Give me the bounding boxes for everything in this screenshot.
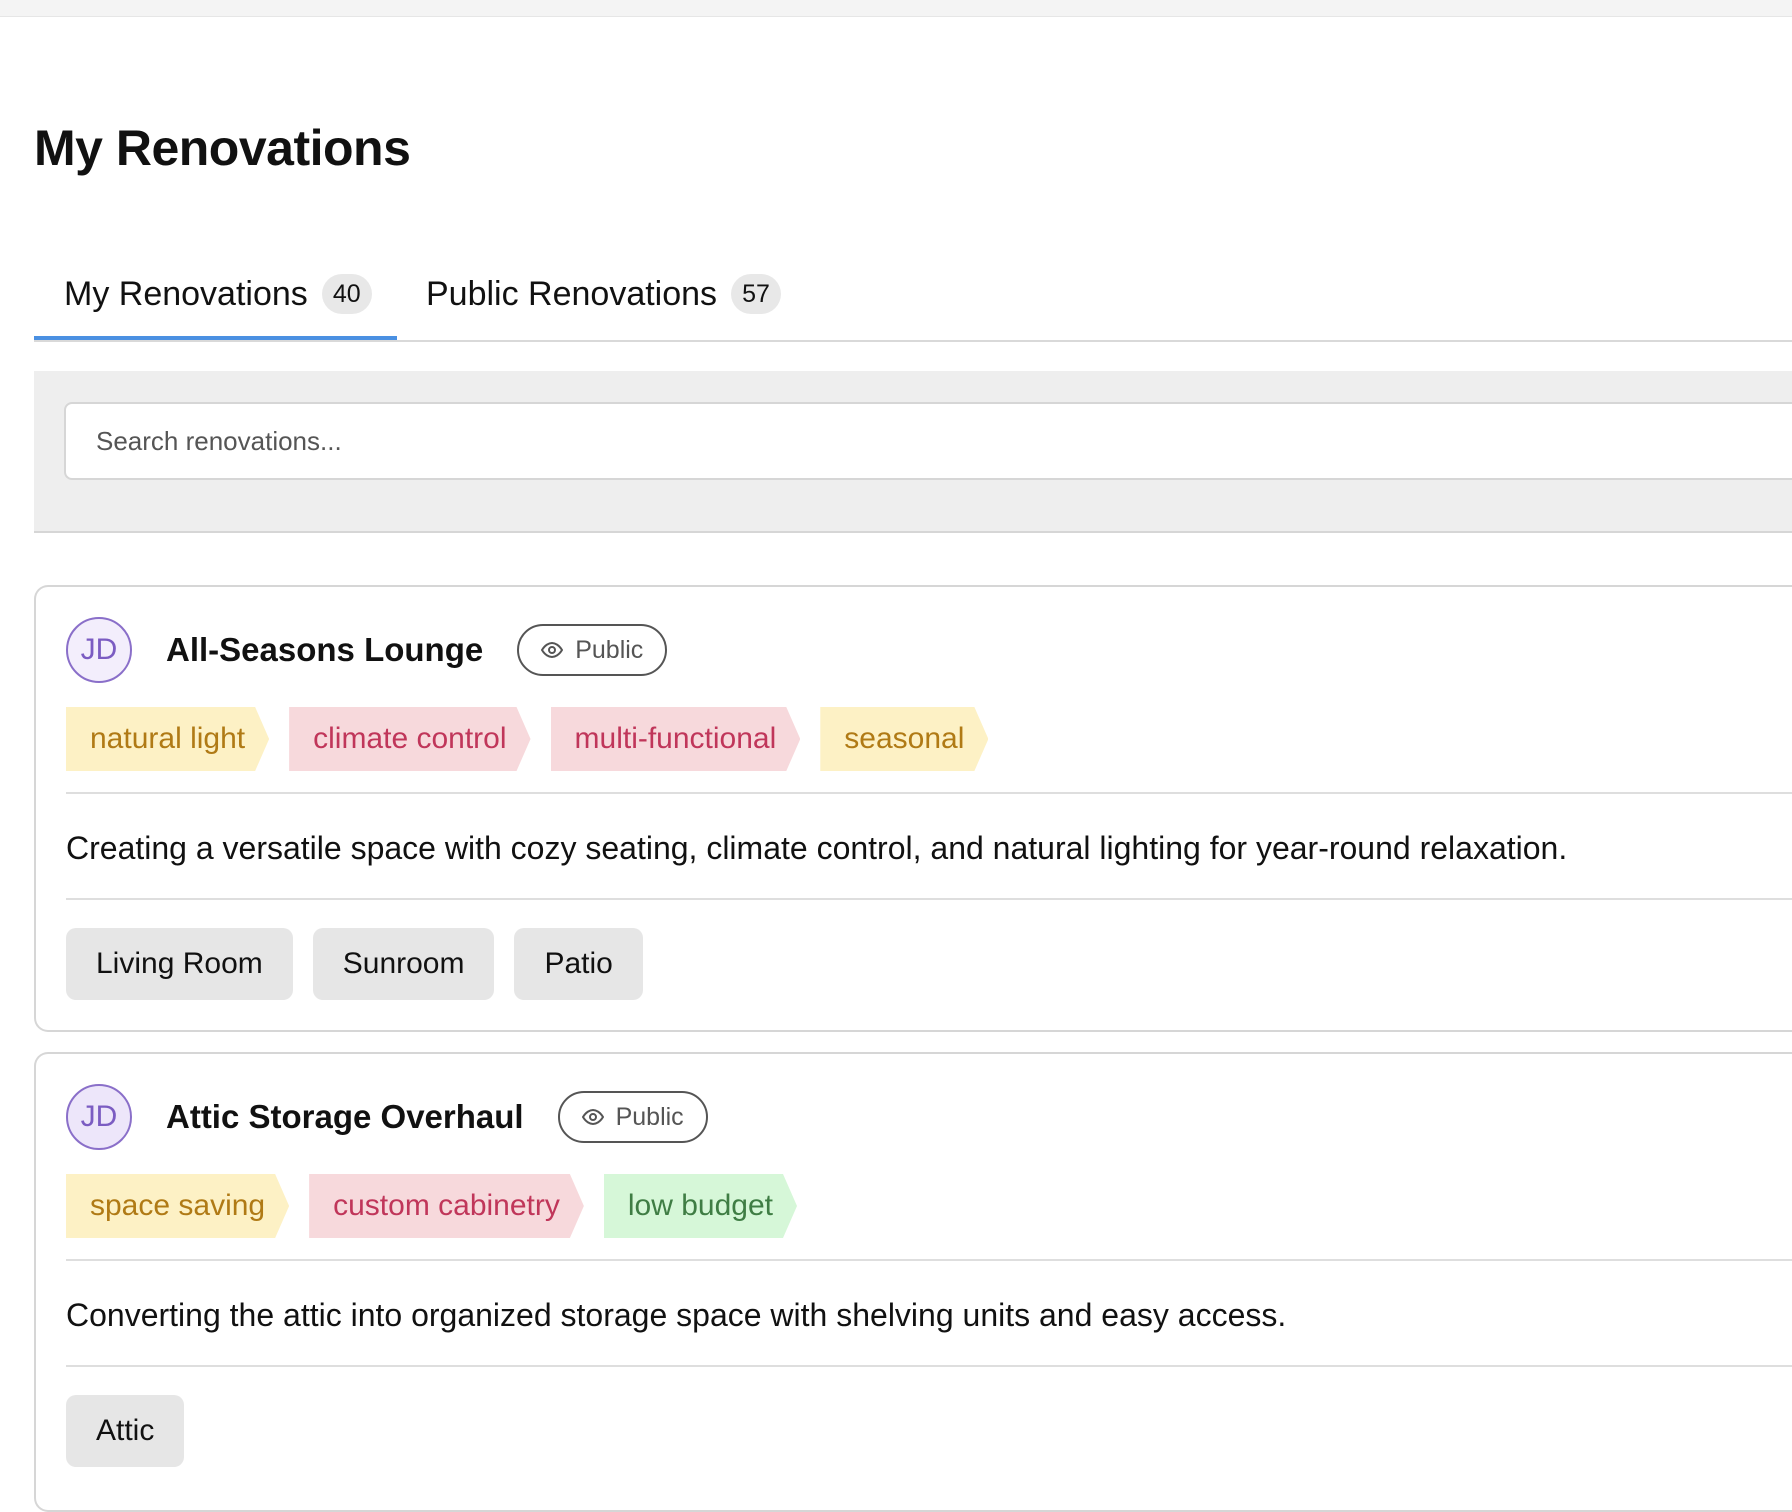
divider bbox=[66, 898, 1792, 900]
room-list: Attic bbox=[66, 1395, 204, 1467]
divider bbox=[66, 792, 1792, 794]
tab-label: Public Renovations bbox=[426, 274, 718, 313]
tab-my-renovations[interactable]: My Renovations 40 bbox=[34, 250, 397, 340]
card-description: Converting the attic into organized stor… bbox=[66, 1297, 1287, 1333]
divider bbox=[66, 1365, 1792, 1367]
room-list: Living Room Sunroom Patio bbox=[66, 928, 663, 1000]
tab-public-renovations[interactable]: Public Renovations 57 bbox=[426, 250, 782, 338]
visibility-label: Public bbox=[615, 1102, 684, 1131]
room-chip[interactable]: Attic bbox=[66, 1395, 185, 1467]
count-badge: 57 bbox=[731, 274, 782, 314]
search-panel bbox=[34, 371, 1792, 533]
eye-icon bbox=[581, 1109, 604, 1125]
tag[interactable]: climate control bbox=[289, 707, 530, 771]
card-title[interactable]: Attic Storage Overhaul bbox=[166, 1098, 524, 1136]
page-title: My Renovations bbox=[34, 120, 411, 176]
renovation-card[interactable]: JD Attic Storage Overhaul Public space s… bbox=[34, 1052, 1792, 1512]
count-badge: 40 bbox=[321, 274, 372, 314]
avatar: JD bbox=[66, 1084, 132, 1150]
tag-list: space saving custom cabinetry low budget bbox=[66, 1174, 817, 1238]
visibility-label: Public bbox=[575, 635, 644, 664]
visibility-badge[interactable]: Public bbox=[557, 1091, 708, 1143]
avatar: JD bbox=[66, 617, 132, 683]
visibility-badge[interactable]: Public bbox=[517, 624, 668, 676]
room-chip[interactable]: Sunroom bbox=[312, 928, 495, 1000]
eye-icon bbox=[541, 642, 564, 658]
tag[interactable]: multi-functional bbox=[551, 707, 801, 771]
tab-bar: My Renovations 40 Public Renovations 57 bbox=[34, 250, 1792, 342]
card-header: JD Attic Storage Overhaul Public bbox=[66, 1082, 708, 1152]
tag[interactable]: seasonal bbox=[820, 707, 988, 771]
page-container: My Renovations My Renovations 40 Public … bbox=[34, 0, 1792, 1512]
search-input[interactable] bbox=[64, 402, 1792, 480]
tag[interactable]: space saving bbox=[66, 1174, 289, 1238]
card-title[interactable]: All-Seasons Lounge bbox=[166, 631, 483, 669]
renovation-card[interactable]: JD All-Seasons Lounge Public natural lig… bbox=[34, 585, 1792, 1032]
card-header: JD All-Seasons Lounge Public bbox=[66, 615, 668, 685]
divider bbox=[66, 1259, 1792, 1261]
tab-label: My Renovations bbox=[64, 274, 308, 313]
tag-list: natural light climate control multi-func… bbox=[66, 707, 1008, 771]
tag[interactable]: custom cabinetry bbox=[309, 1174, 584, 1238]
room-chip[interactable]: Patio bbox=[514, 928, 643, 1000]
card-description: Creating a versatile space with cozy sea… bbox=[66, 830, 1568, 866]
room-chip[interactable]: Living Room bbox=[66, 928, 293, 1000]
tag[interactable]: natural light bbox=[66, 707, 269, 771]
tag[interactable]: low budget bbox=[604, 1174, 797, 1238]
